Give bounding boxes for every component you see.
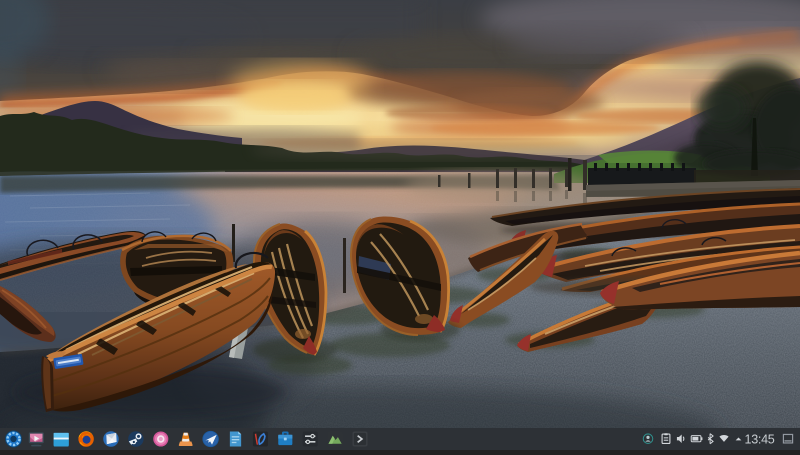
- svg-text:13:45: 13:45: [744, 433, 774, 447]
